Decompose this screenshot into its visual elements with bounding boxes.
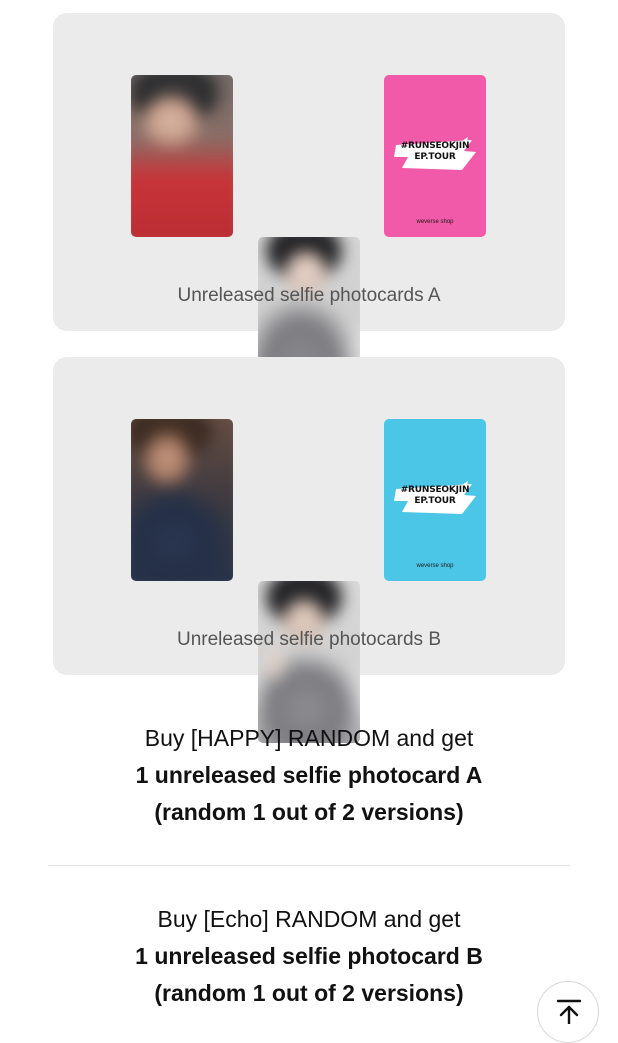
runseokjin-logo-text: #RUNSEOKJIN EP.TOUR (400, 141, 470, 162)
offer-happy-line2: 1 unreleased selfie photocard A (135, 762, 483, 788)
photocard-b-caption: Unreleased selfie photocards B (176, 629, 442, 650)
weverse-shop-mark: weverse shop (416, 219, 454, 225)
photocard-panel-a: #RUNSEOKJIN EP.TOUR weverse shop Unrelea… (53, 13, 565, 399)
photocard-a-caption: Unreleased selfie photocards A (177, 285, 441, 306)
offer-echo-random: Buy [Echo] RANDOM and get 1 unreleased s… (0, 901, 618, 1012)
weverse-shop-mark: weverse shop (416, 563, 454, 569)
photocard-a-1-image (131, 75, 233, 237)
divider (48, 865, 570, 866)
offer-echo-line2: 1 unreleased selfie photocard B (135, 943, 483, 969)
photocard-b-back-image: #RUNSEOKJIN EP.TOUR weverse shop (384, 419, 486, 581)
offer-happy-line1: Buy [HAPPY] RANDOM and get (144, 725, 474, 751)
offer-happy-line3: (random 1 out of 2 versions) (154, 799, 464, 825)
offer-echo-line1: Buy [Echo] RANDOM and get (157, 906, 461, 932)
runseokjin-logo-text: #RUNSEOKJIN EP.TOUR (400, 485, 470, 506)
offer-echo-line3: (random 1 out of 2 versions) (154, 980, 464, 1006)
photocard-b-2-image (258, 581, 360, 743)
photocard-b-1-image (131, 419, 233, 581)
photocard-a-back-image: #RUNSEOKJIN EP.TOUR weverse shop (384, 75, 486, 237)
scroll-to-top-button[interactable] (537, 981, 599, 1043)
offer-happy-random: Buy [HAPPY] RANDOM and get 1 unreleased … (0, 720, 618, 831)
photocard-panel-b: #RUNSEOKJIN EP.TOUR weverse shop Unrelea… (53, 357, 565, 743)
arrow-up-to-top-icon (556, 999, 582, 1024)
